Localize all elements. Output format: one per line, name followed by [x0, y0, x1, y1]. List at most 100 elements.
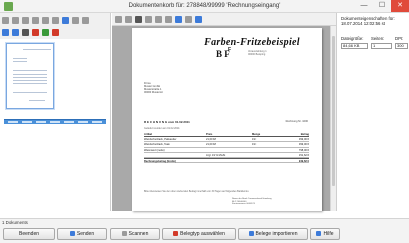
strip-segment	[92, 121, 102, 123]
total-value: 949,62 €	[298, 159, 309, 163]
settings-icon[interactable]	[52, 28, 59, 36]
document-viewer[interactable]: Farben-Fritzebeispiel F B F Vorauszahlun…	[112, 26, 330, 211]
quit-button[interactable]: Beenden	[3, 228, 55, 240]
address-line: 00000 Musterort	[144, 91, 163, 94]
help-button-label: Hilfe	[323, 231, 334, 237]
column-header: Artikel	[144, 133, 153, 136]
window-title: Dokumentenkorb für: 278848/99999 'Rechnu…	[128, 3, 281, 9]
invoice-heading: R E C H N U N G vom 01.02.2011	[144, 120, 190, 124]
dpi-label: DPI:	[395, 36, 404, 41]
column-header: Betrag	[300, 133, 309, 136]
table-cell: Wandschutzlack, Teak	[144, 143, 170, 147]
table-cell: zzgl. 19 % MwSt	[206, 153, 226, 157]
first-page-icon[interactable]	[2, 16, 9, 24]
fit-width-icon[interactable]	[175, 15, 182, 23]
table-cell: 21,00 €/l	[206, 138, 216, 142]
logo-subtext-line: 00000 Beisping	[248, 53, 266, 56]
viewer-toolbar	[112, 13, 336, 26]
delivery-note: Geliefert wurden am 01.02.2011:	[144, 127, 181, 130]
thumbnail-selection-strip[interactable]	[4, 119, 106, 124]
properties-values: 84,66 KB 1 300	[341, 43, 409, 50]
open-icon[interactable]	[125, 15, 132, 23]
page-thumbnail[interactable]	[6, 43, 54, 109]
thumbnail-pane	[0, 39, 111, 211]
prev-page-icon[interactable]	[12, 16, 19, 24]
scrollbar-thumb[interactable]	[332, 36, 335, 186]
table-cell: 21,00 €/l	[206, 143, 216, 147]
thumb-line	[13, 70, 47, 71]
split-icon[interactable]	[62, 16, 69, 24]
close-button[interactable]: ✕	[391, 0, 409, 12]
next-page-icon[interactable]	[22, 16, 29, 24]
strip-segment	[78, 121, 88, 123]
import-documents-label: Belege importieren	[255, 231, 298, 237]
title-bar: Dokumentenkorb für: 278848/99999 'Rechnu…	[0, 0, 409, 13]
button-bar: Beenden Senden Scannen Belegtyp auswähle…	[0, 225, 409, 243]
print-icon[interactable]	[82, 16, 89, 24]
strip-segment	[36, 121, 46, 123]
pages-field: 1	[371, 43, 392, 49]
table-cell: Wandschutzlack, Palisander	[144, 138, 177, 142]
status-bar: 1 Dokuments	[0, 218, 409, 225]
help-button[interactable]: Hilfe	[310, 228, 340, 240]
pages-label: Seiten:	[371, 36, 385, 41]
properties-pane: Dokumenteigenschaften für: 18.07.2014 12…	[336, 13, 409, 211]
column-header: Preis	[206, 133, 213, 136]
save-icon[interactable]	[115, 15, 122, 23]
file-size-label: Dateigröße:	[341, 36, 364, 41]
rotate-left-icon[interactable]	[42, 16, 49, 24]
table-cell: Warenwert (netto)	[144, 148, 165, 152]
invoice-number: Rechnung Nr. 1000	[285, 120, 308, 123]
print-icon[interactable]	[135, 15, 142, 23]
add-page-icon[interactable]	[42, 28, 49, 36]
table-cell: 19 l	[252, 138, 257, 142]
dpi-field: 300	[395, 43, 408, 49]
quit-button-label: Beenden	[18, 231, 40, 237]
payment-note: Bitte überweisen Sie den oben stehenden …	[144, 190, 250, 193]
company-logo: B F	[216, 49, 230, 59]
zoom-in-icon[interactable]	[145, 15, 152, 23]
document-count: 1 Dokuments	[2, 219, 28, 225]
thumb-line	[13, 58, 27, 59]
thumb-line	[13, 61, 27, 62]
copy-icon[interactable]	[185, 15, 192, 23]
help-icon	[316, 230, 322, 236]
properties-title: Dokumenteigenschaften für: 18.07.2014 12…	[341, 16, 395, 26]
strip-segment	[8, 121, 18, 123]
delete-icon[interactable]	[32, 28, 39, 36]
minimize-button[interactable]: —	[355, 0, 373, 12]
scan-icon[interactable]	[2, 28, 9, 36]
thumbnail-icon[interactable]	[22, 28, 29, 36]
total-label: Rechnungsbetrag (brutto)	[144, 159, 176, 163]
logo-subtext: Vorauszahlung 1 00000 Beisping	[248, 50, 288, 56]
strip-segment	[64, 121, 74, 123]
maximize-button[interactable]: ☐	[373, 0, 391, 12]
bank-details: Name der Bank Commerzbank Hamburg BLZ 20…	[232, 198, 302, 206]
send-button-label: Senden	[76, 231, 95, 237]
doc-type-icon	[173, 230, 179, 236]
column-header: Menge	[252, 133, 261, 136]
thumb-line	[13, 77, 47, 78]
table-cell: 151,62 €	[298, 153, 309, 157]
thumb-line	[13, 74, 47, 75]
scan-button[interactable]: Scannen	[110, 228, 160, 240]
import-documents-button[interactable]: Belege importieren	[238, 228, 308, 240]
import-icon	[248, 230, 254, 236]
table-cell: 798,00 €	[298, 148, 309, 152]
thumbnail-toolbar-row-1	[2, 15, 89, 25]
thumb-line	[29, 100, 45, 101]
select-icon[interactable]	[12, 28, 19, 36]
select-document-type-button[interactable]: Belegtyp auswählen	[162, 228, 236, 240]
strip-segment	[22, 121, 32, 123]
zoom-out-icon[interactable]	[155, 15, 162, 23]
thumbnail-toolbar-row-2	[2, 27, 59, 37]
merge-icon[interactable]	[72, 16, 79, 24]
send-button[interactable]: Senden	[57, 228, 107, 240]
scan-icon	[121, 230, 127, 236]
search-icon[interactable]	[195, 15, 202, 23]
fit-page-icon[interactable]	[165, 15, 172, 23]
send-icon	[69, 230, 75, 236]
rotate-right-icon[interactable]	[52, 16, 59, 24]
select-document-type-label: Belegtyp auswählen	[180, 231, 225, 237]
last-page-icon[interactable]	[32, 16, 39, 24]
